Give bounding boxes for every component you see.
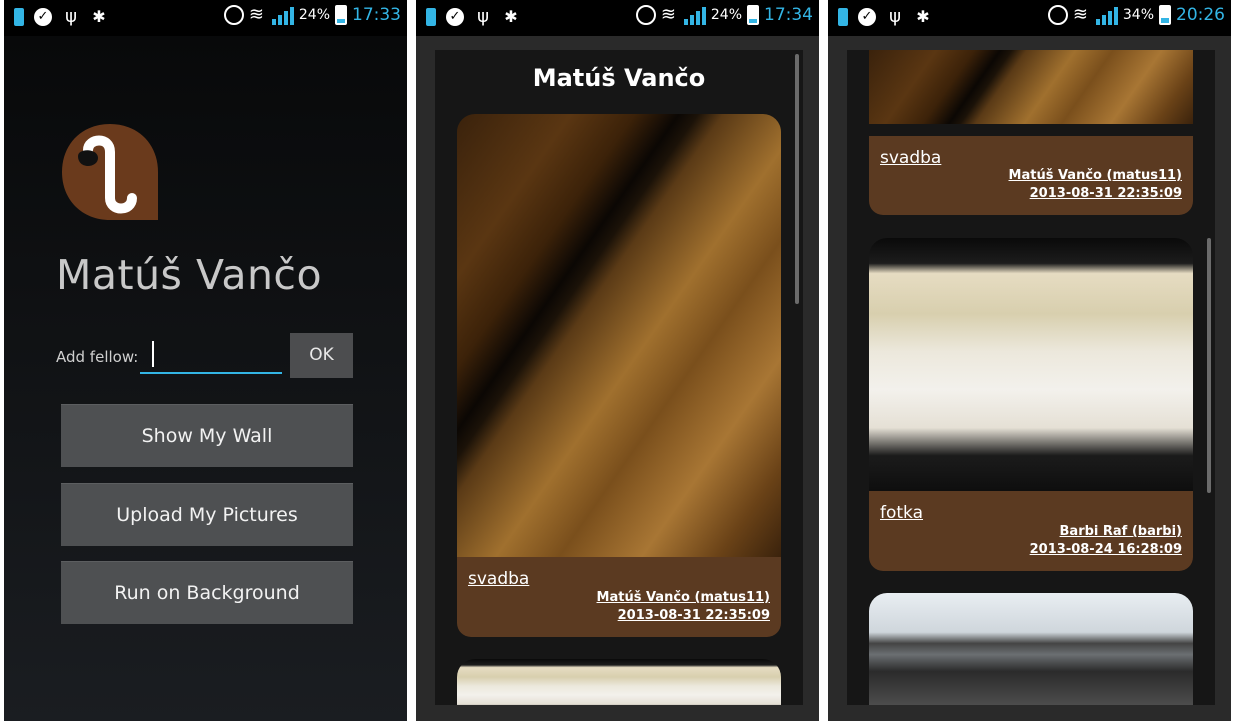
show-my-wall-button[interactable]: Show My Wall bbox=[61, 404, 353, 467]
add-fellow-input[interactable] bbox=[140, 338, 282, 374]
signal-icon bbox=[1095, 5, 1118, 25]
wifi-icon: ≋ bbox=[248, 4, 264, 25]
post-meta: svadba Matúš Vančo (matus11) 2013-08-31 … bbox=[457, 557, 781, 637]
battery-notification-icon bbox=[838, 8, 848, 26]
wall-background: Matúš Vančo svadba Matúš Vančo (matus11)… bbox=[416, 36, 819, 721]
check-icon: ✓ bbox=[858, 8, 876, 26]
battery-notification-icon bbox=[426, 8, 436, 26]
battery-percent: 34% bbox=[1122, 7, 1154, 23]
post-image[interactable] bbox=[869, 593, 1193, 705]
app-logo bbox=[62, 124, 158, 220]
scrollbar[interactable] bbox=[1207, 238, 1211, 493]
home-content: Matúš Vančo Add fellow: OK Show My Wall … bbox=[4, 36, 407, 721]
wifi-icon: ≋ bbox=[1072, 4, 1088, 25]
wall-title: Matúš Vančo bbox=[532, 64, 706, 92]
debug-icon: ✱ bbox=[916, 7, 930, 26]
add-fellow-label: Add fellow: bbox=[56, 348, 139, 366]
post-meta: svadba Matúš Vančo (matus11) 2013-08-31 … bbox=[869, 136, 1193, 215]
post-image[interactable] bbox=[869, 238, 1193, 491]
alarm-icon bbox=[635, 5, 656, 25]
wifi-icon: ≋ bbox=[660, 4, 676, 25]
wall-scroll-view[interactable]: Matúš Vančo svadba Matúš Vančo (matus11)… bbox=[435, 50, 803, 705]
debug-icon: ✱ bbox=[92, 7, 106, 26]
battery-notification-icon bbox=[14, 8, 24, 26]
post-title-link[interactable]: fotka bbox=[880, 503, 923, 523]
post-date-link[interactable]: 2013-08-31 22:35:09 bbox=[618, 608, 770, 623]
ok-button[interactable]: OK bbox=[290, 333, 353, 378]
check-icon: ✓ bbox=[34, 8, 52, 26]
text-caret bbox=[152, 341, 154, 367]
wall-scroll-view[interactable]: svadba Matúš Vančo (matus11) 2013-08-31 … bbox=[847, 50, 1215, 705]
clock: 17:34 bbox=[764, 5, 813, 25]
post-meta: fotka Barbi Raf (barbi) 2013-08-24 16:28… bbox=[869, 491, 1193, 571]
usb-icon: ψ bbox=[889, 6, 901, 27]
post-image[interactable] bbox=[457, 659, 781, 705]
post-date-link[interactable]: 2013-08-24 16:28:09 bbox=[1030, 542, 1182, 557]
user-name: Matúš Vančo bbox=[56, 251, 323, 299]
post-title-link[interactable]: svadba bbox=[880, 148, 941, 168]
post-title-link[interactable]: svadba bbox=[468, 569, 529, 589]
post-author-link[interactable]: Matúš Vančo (matus11) bbox=[1009, 168, 1182, 183]
screen-wall: ✓ ψ ✱ ≋ 24% 17:34 Matúš Vančo svadba Mat… bbox=[416, 0, 819, 721]
upload-my-pictures-button[interactable]: Upload My Pictures bbox=[61, 483, 353, 546]
battery-percent: 24% bbox=[710, 7, 742, 23]
wall-background: svadba Matúš Vančo (matus11) 2013-08-31 … bbox=[828, 36, 1231, 721]
post-image[interactable] bbox=[869, 50, 1193, 124]
signal-icon bbox=[683, 5, 706, 25]
post-author-link[interactable]: Matúš Vančo (matus11) bbox=[597, 590, 770, 605]
alarm-icon bbox=[1047, 5, 1068, 25]
signal-icon bbox=[271, 5, 294, 25]
debug-icon: ✱ bbox=[504, 7, 518, 26]
usb-icon: ψ bbox=[65, 6, 77, 27]
post-date-link[interactable]: 2013-08-31 22:35:09 bbox=[1030, 186, 1182, 201]
scrollbar[interactable] bbox=[795, 54, 799, 304]
screen-home: ✓ ψ ✱ ≋ 24% 17:33 Matúš Vančo Add fellow… bbox=[4, 0, 407, 721]
clock: 20:26 bbox=[1176, 5, 1225, 25]
usb-icon: ψ bbox=[477, 6, 489, 27]
battery-icon bbox=[747, 5, 759, 25]
alarm-icon bbox=[223, 5, 244, 25]
screen-wall-scrolled: ✓ ψ ✱ ≋ 34% 20:26 svadba Matúš Vančo (ma… bbox=[828, 0, 1231, 721]
post-image[interactable] bbox=[457, 114, 781, 557]
run-on-background-button[interactable]: Run on Background bbox=[61, 561, 353, 624]
post-author-link[interactable]: Barbi Raf (barbi) bbox=[1060, 524, 1182, 539]
clock: 17:33 bbox=[352, 5, 401, 25]
check-icon: ✓ bbox=[446, 8, 464, 26]
battery-percent: 24% bbox=[298, 7, 330, 23]
status-bar: ✓ ψ ✱ ≋ 24% 17:34 bbox=[416, 0, 819, 36]
battery-icon bbox=[1159, 5, 1171, 25]
battery-icon bbox=[335, 5, 347, 25]
status-bar: ✓ ψ ✱ ≋ 24% 17:33 bbox=[4, 0, 407, 36]
status-bar: ✓ ψ ✱ ≋ 34% 20:26 bbox=[828, 0, 1231, 36]
